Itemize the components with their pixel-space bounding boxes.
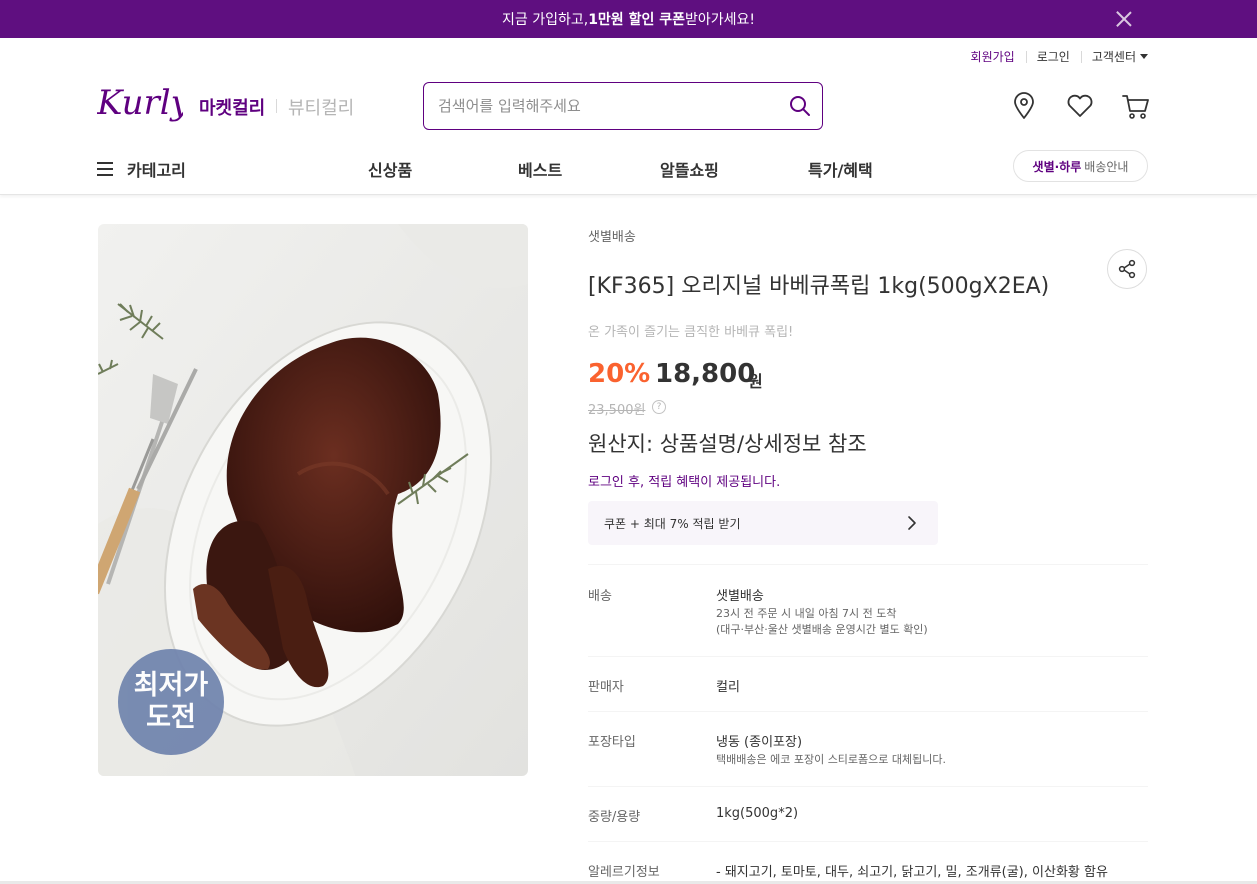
- heart-icon[interactable]: [1064, 90, 1096, 122]
- kurly-logo[interactable]: Kurly: [97, 80, 183, 128]
- original-price: 23,500원: [588, 403, 646, 418]
- discount-rate: 20%: [588, 359, 651, 389]
- coupon-button[interactable]: 쿠폰 + 최대 7% 적립 받기: [588, 501, 938, 545]
- delivery-label: 배송안내: [1084, 159, 1129, 174]
- login-benefit-note: 로그인 후, 적립 혜택이 제공됩니다.: [588, 475, 781, 490]
- nav-special[interactable]: 특가/혜택: [808, 157, 873, 181]
- tab-beauty-kurly[interactable]: 뷰티컬리: [288, 94, 354, 120]
- delivery-note-2: (대구·부산·울산 샛별배송 운영시간 별도 확인): [716, 623, 928, 636]
- origin-info: 원산지: 상품설명/상세정보 참조: [588, 432, 867, 456]
- login-link[interactable]: 로그인: [1025, 48, 1081, 65]
- badge-line2: 도전: [146, 702, 196, 733]
- seller-label: 판매자: [588, 680, 624, 695]
- promo-text-after: 받아가세요!: [684, 12, 755, 28]
- search-icon[interactable]: [788, 94, 812, 118]
- close-icon[interactable]: [1113, 8, 1135, 30]
- product-title: [KF365] 오리지널 바베큐폭립 1kg(500gX2EA): [588, 274, 1050, 299]
- delivery-tag: 샛별배송: [588, 230, 636, 245]
- search-box: [423, 82, 823, 130]
- nav-best[interactable]: 베스트: [518, 157, 562, 181]
- promo-banner[interactable]: 지금 가입하고, 1만원 할인 쿠폰 받아가세요!: [0, 0, 1257, 38]
- share-button[interactable]: [1107, 249, 1147, 289]
- question-icon[interactable]: ?: [652, 400, 666, 414]
- delivery-highlight: 샛별·하루: [1032, 159, 1082, 174]
- pack-type-label: 포장타입: [588, 735, 636, 750]
- product-image: 최저가 도전: [98, 224, 528, 776]
- divider: [588, 564, 1148, 565]
- divider: [588, 786, 1148, 787]
- delivery-value: 샛별배송: [716, 589, 764, 604]
- currency-unit: 원: [748, 372, 763, 391]
- divider: [588, 841, 1148, 842]
- pack-type-value: 냉동 (종이포장): [716, 735, 803, 750]
- search-input[interactable]: [438, 95, 778, 117]
- divider: [588, 711, 1148, 712]
- location-pin-icon[interactable]: [1008, 90, 1040, 122]
- divider: [588, 656, 1148, 657]
- product-subtitle: 온 가족이 즐기는 큼직한 바베큐 폭립!: [588, 325, 794, 340]
- chevron-right-icon: [908, 516, 916, 530]
- promo-text-before: 지금 가입하고,: [502, 12, 589, 28]
- allergy-value: - 돼지고기, 토마토, 대두, 쇠고기, 닭고기, 밀, 조개류(굴), 이산…: [716, 865, 1108, 880]
- util-menu: 회원가입 로그인 고객센터: [960, 48, 1148, 65]
- tab-market-kurly[interactable]: 마켓컬리: [199, 94, 265, 120]
- customer-center-link[interactable]: 고객센터: [1080, 48, 1148, 65]
- signup-link[interactable]: 회원가입: [960, 48, 1026, 65]
- badge-line1: 최저가: [133, 670, 209, 701]
- coupon-label: 쿠폰 + 최대 7% 적립 받기: [604, 516, 741, 531]
- nav-saving[interactable]: 알뜰쇼핑: [660, 157, 719, 181]
- hamburger-icon: [97, 162, 113, 176]
- weight-value: 1kg(500g*2): [716, 806, 799, 821]
- lowest-price-badge: 최저가 도전: [118, 649, 224, 755]
- seller-value: 컬리: [716, 680, 740, 695]
- weight-label: 중량/용량: [588, 810, 641, 825]
- promo-text-bold: 1만원 할인 쿠폰: [588, 12, 685, 28]
- cart-icon[interactable]: [1120, 90, 1152, 122]
- pack-type-note: 택배배송은 에코 포장이 스티로폼으로 대체됩니다.: [716, 753, 947, 766]
- nav-new[interactable]: 신상품: [368, 157, 412, 181]
- share-icon: [1118, 259, 1136, 279]
- global-nav: 카테고리 신상품 베스트 알뜰쇼핑 특가/혜택 샛별·하루 배송안내: [0, 140, 1257, 195]
- delivery-note-1: 23시 전 주문 시 내일 아침 7시 전 도착: [716, 607, 897, 620]
- delivery-label-cell: 배송: [588, 589, 612, 604]
- customer-center-label: 고객센터: [1091, 50, 1136, 64]
- category-menu-button[interactable]: 카테고리: [97, 157, 186, 181]
- delivery-info-button[interactable]: 샛별·하루 배송안내: [1013, 150, 1148, 182]
- allergy-label: 알레르기정보: [588, 865, 660, 880]
- logo-text: Kurly: [97, 83, 183, 123]
- sale-price: 18,800: [655, 359, 756, 389]
- category-label: 카테고리: [127, 161, 186, 180]
- caret-down-icon: [1140, 54, 1148, 59]
- tab-divider: [276, 99, 277, 113]
